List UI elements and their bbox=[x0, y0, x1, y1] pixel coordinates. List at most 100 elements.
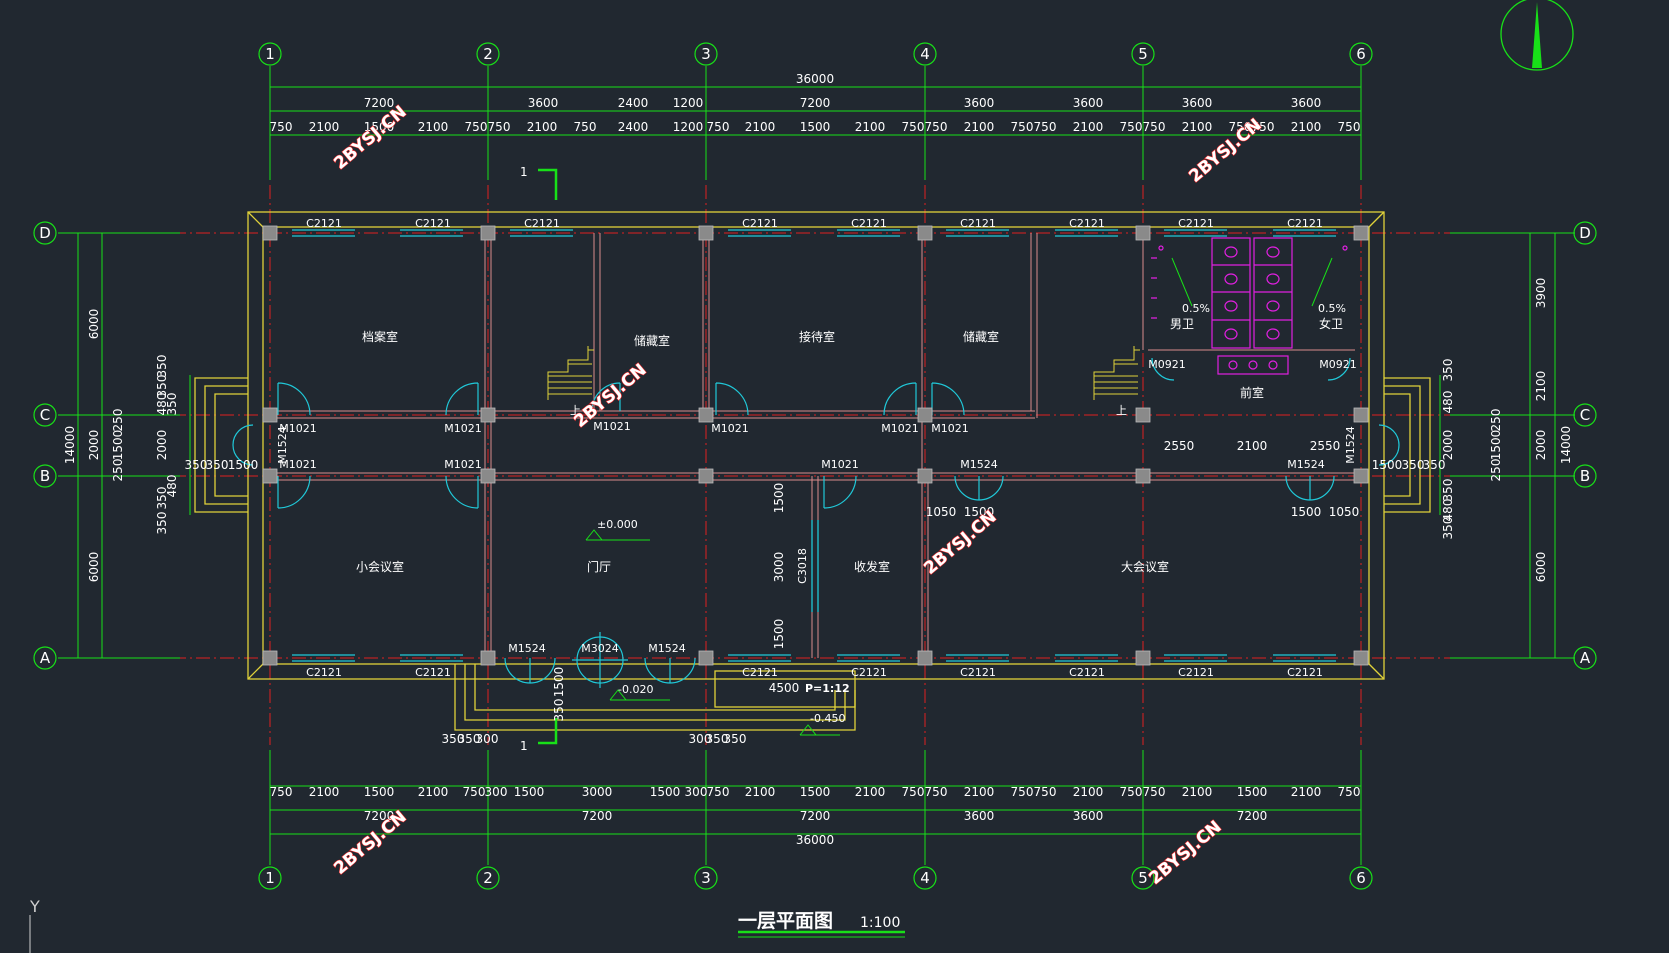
door-tag: M1524 bbox=[1344, 426, 1357, 464]
drawing-title-block: 一层平面图 1:100 bbox=[738, 910, 905, 938]
dim-right-bay-2: 2100 bbox=[1534, 371, 1548, 402]
dim-left-bay-2: 2000 bbox=[87, 430, 101, 461]
floor-slope-men: 0.5% bbox=[1182, 302, 1210, 315]
dim-top-3-9: 2400 bbox=[618, 120, 649, 134]
dim-entry-5: 350 bbox=[1402, 458, 1425, 472]
dim-int-3: 2550 bbox=[1310, 439, 1341, 453]
dim-top-3-17: 2100 bbox=[964, 120, 995, 134]
dim-bottom-2-4: 3600 bbox=[964, 809, 995, 823]
dim-bottom-3-20: 2100 bbox=[1073, 785, 1104, 799]
dim-right-d-4: 1500 bbox=[1489, 430, 1503, 461]
axis-label-left-b: B bbox=[40, 467, 50, 485]
stair-up-label: 上 bbox=[1116, 404, 1127, 417]
floor-slope-arrows bbox=[1171, 257, 1333, 307]
window-tag: C2121 bbox=[1178, 217, 1214, 230]
door-tags: M1021 M1021 M1021 M1021 M1021 M1021 M102… bbox=[276, 358, 1357, 655]
dim-entry-1: 350 bbox=[185, 458, 208, 472]
door-tag: M1021 bbox=[444, 422, 482, 435]
axis-label-top-6: 6 bbox=[1356, 45, 1366, 63]
axis-label-left-d: D bbox=[39, 224, 51, 242]
dim-int-7: 1050 bbox=[1329, 505, 1360, 519]
door-tag: M1021 bbox=[881, 422, 919, 435]
dim-top-3-12: 2100 bbox=[745, 120, 776, 134]
floor-plan-drawing: Y 1 2 3 4 5 6 1 2 3 4 5 6 D C B A D C B … bbox=[29, 0, 1597, 953]
dim-top-3-6: 750 bbox=[488, 120, 511, 134]
axis-label-top-5: 5 bbox=[1138, 45, 1148, 63]
dim-bottom-3-7: 1500 bbox=[514, 785, 545, 799]
dim-top-2-2: 3600 bbox=[528, 96, 559, 110]
dim-bottom-3-22: 750 bbox=[1143, 785, 1166, 799]
dim-bottom-total: 36000 bbox=[796, 833, 834, 847]
dim-bottom-3-16: 750 bbox=[925, 785, 948, 799]
dim-bottom-3-21: 750 bbox=[1120, 785, 1143, 799]
room-large-meeting: 大会议室 bbox=[1121, 559, 1169, 574]
dim-bottom-3-18: 750 bbox=[1011, 785, 1034, 799]
drawing-title: 一层平面图 bbox=[738, 910, 833, 932]
window-tag: C2121 bbox=[415, 666, 451, 679]
axis-label-top-3: 3 bbox=[701, 45, 711, 63]
axis-label-top-1: 1 bbox=[265, 45, 275, 63]
dim-top-3-23: 2100 bbox=[1182, 120, 1213, 134]
ramp-slope: P=1:12 bbox=[805, 682, 850, 695]
dim-bottom-2-2: 7200 bbox=[582, 809, 613, 823]
dim-bottom-3-25: 2100 bbox=[1291, 785, 1322, 799]
dim-bottom-3-23: 2100 bbox=[1182, 785, 1213, 799]
door-tag: M0921 bbox=[1319, 358, 1357, 371]
axis-lines bbox=[172, 185, 1450, 745]
room-labels: 档案室 储藏室 接待室 储藏室 男卫 女卫 前室 小会议室 门厅 收发室 大会议… bbox=[356, 316, 1343, 574]
watermark: 2BYSJ.CN bbox=[1145, 817, 1225, 889]
dim-int-10: 1500 bbox=[772, 619, 786, 650]
room-storage-1: 储藏室 bbox=[634, 333, 670, 348]
dim-int-4: 1050 bbox=[926, 505, 957, 519]
window-tag: C2121 bbox=[524, 217, 560, 230]
axis-label-top-2: 2 bbox=[483, 45, 493, 63]
window-tag: C2121 bbox=[1069, 217, 1105, 230]
room-anteroom: 前室 bbox=[1240, 385, 1264, 400]
dim-top-3-2: 2100 bbox=[309, 120, 340, 134]
window-tag: C2121 bbox=[306, 666, 342, 679]
right-detail-dimensions: 350 480 250 1500 250 2000 350 480 350 bbox=[1441, 359, 1503, 540]
dim-top-3-7: 2100 bbox=[527, 120, 558, 134]
right-dimensions: 14000 3900 2100 2000 6000 bbox=[1534, 278, 1573, 583]
window-tag: C2121 bbox=[1287, 217, 1323, 230]
dim-stair-7: 350 bbox=[552, 699, 566, 722]
room-small-meeting: 小会议室 bbox=[356, 559, 404, 574]
dim-top-2-6: 3600 bbox=[964, 96, 995, 110]
dim-right-bay-4: 6000 bbox=[1534, 552, 1548, 583]
dim-bottom-3-14: 2100 bbox=[855, 785, 886, 799]
watermark: 2BYSJ.CN bbox=[330, 102, 410, 174]
door-tag: M1524 bbox=[1287, 458, 1325, 471]
dim-top-3-4: 2100 bbox=[418, 120, 449, 134]
window-tag: C2121 bbox=[1287, 666, 1323, 679]
dim-bottom-3-4: 2100 bbox=[418, 785, 449, 799]
dim-int-8: 1500 bbox=[772, 483, 786, 514]
watermarks: 2BYSJ.CN 2BYSJ.CN 2BYSJ.CN 2BYSJ.CN 2BYS… bbox=[330, 101, 1266, 889]
dim-top-3-16: 750 bbox=[925, 120, 948, 134]
dim-left-bay-3: 6000 bbox=[87, 552, 101, 583]
axis-label-right-d: D bbox=[1579, 224, 1591, 242]
dim-right-d-1: 350 bbox=[1441, 359, 1455, 382]
door-tag: M1021 bbox=[593, 420, 631, 433]
dim-left-d-10: 480 bbox=[165, 475, 179, 498]
dim-bottom-3-12: 2100 bbox=[745, 785, 776, 799]
doors bbox=[232, 357, 1400, 688]
dim-top-2-9: 3600 bbox=[1291, 96, 1322, 110]
dim-bottom-3-26: 750 bbox=[1338, 785, 1361, 799]
dim-left-total: 14000 bbox=[63, 426, 77, 464]
door-tag: M3024 bbox=[581, 642, 619, 655]
room-mail: 收发室 bbox=[854, 559, 890, 574]
dim-left-d-4: 250 bbox=[111, 409, 125, 432]
dim-entry-6: 350 bbox=[1423, 458, 1446, 472]
dim-right-bay-3: 2000 bbox=[1534, 430, 1548, 461]
dim-top-3-26: 2100 bbox=[1291, 120, 1322, 134]
dim-top-2-8: 3600 bbox=[1182, 96, 1213, 110]
window-tag: C2121 bbox=[851, 666, 887, 679]
drawing-scale: 1:100 bbox=[860, 915, 900, 931]
room-archive: 档案室 bbox=[362, 329, 398, 344]
room-women-wc: 女卫 bbox=[1319, 316, 1343, 331]
dim-bottom-3-1: 750 bbox=[270, 785, 293, 799]
dim-bottom-3-6: 300 bbox=[485, 785, 508, 799]
dim-int-6: 1500 bbox=[1291, 505, 1322, 519]
door-tag: M1021 bbox=[444, 458, 482, 471]
dim-top-3-20: 2100 bbox=[1073, 120, 1104, 134]
